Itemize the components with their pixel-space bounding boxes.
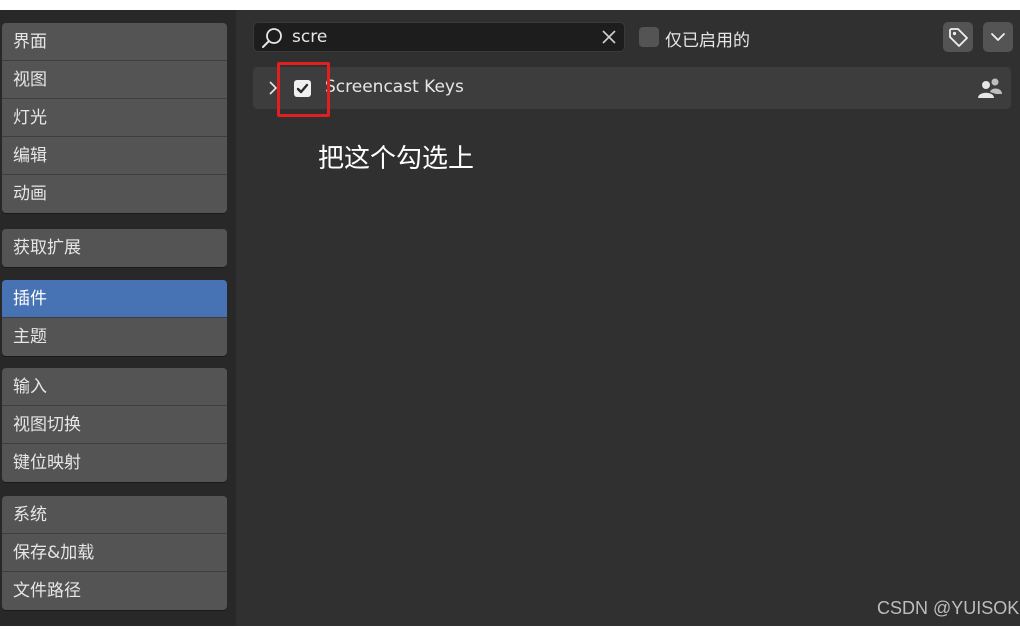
enabled-only-label: 仅已启用的 [665, 31, 750, 51]
sidebar-group-input: 输入 视图切换 键位映射 [2, 368, 227, 482]
options-dropdown-button[interactable] [983, 22, 1013, 52]
sidebar-item-addons[interactable]: 插件 [2, 280, 227, 318]
sidebar-item-lights[interactable]: 灯光 [2, 99, 227, 137]
addon-search-bar [253, 22, 625, 52]
sidebar-item-input[interactable]: 输入 [2, 368, 227, 406]
sidebar-group-addons: 插件 主题 [2, 280, 227, 356]
annotation-text: 把这个勾选上 [318, 144, 475, 174]
addon-row[interactable]: Screencast Keys [253, 67, 1011, 109]
sidebar-item-interface[interactable]: 界面 [2, 23, 227, 61]
close-icon[interactable] [600, 28, 618, 46]
addon-name: Screencast Keys [325, 77, 464, 97]
highlight-box [277, 62, 330, 117]
search-input[interactable] [292, 25, 582, 49]
chevron-down-icon [991, 33, 1005, 41]
tag-icon [949, 28, 968, 47]
sidebar-group-system: 系统 保存&加载 文件路径 [2, 496, 227, 610]
sidebar-item-keymap[interactable]: 键位映射 [2, 444, 227, 482]
sidebar-item-system[interactable]: 系统 [2, 496, 227, 534]
tag-filter-button[interactable] [943, 22, 973, 52]
sidebar-item-get-extensions[interactable]: 获取扩展 [2, 229, 227, 267]
community-icon [977, 76, 1003, 100]
sidebar-item-themes[interactable]: 主题 [2, 318, 227, 356]
sidebar-group-general: 界面 视图 灯光 编辑 动画 [2, 23, 227, 213]
sidebar-item-viewport[interactable]: 视图 [2, 61, 227, 99]
preferences-sidebar: 界面 视图 灯光 编辑 动画 获取扩展 插件 主题 输入 视图切换 键位映射 系… [0, 10, 236, 626]
enabled-only-checkbox[interactable] [639, 27, 659, 47]
sidebar-item-animation[interactable]: 动画 [2, 175, 227, 213]
sidebar-item-editing[interactable]: 编辑 [2, 137, 227, 175]
search-icon [260, 26, 284, 50]
top-border [0, 0, 1020, 10]
sidebar-item-navigation[interactable]: 视图切换 [2, 406, 227, 444]
sidebar-group-extensions: 获取扩展 [2, 229, 227, 267]
sidebar-item-file-paths[interactable]: 文件路径 [2, 572, 227, 610]
sidebar-item-save-load[interactable]: 保存&加载 [2, 534, 227, 572]
watermark: CSDN @YUISOK [877, 598, 1020, 618]
